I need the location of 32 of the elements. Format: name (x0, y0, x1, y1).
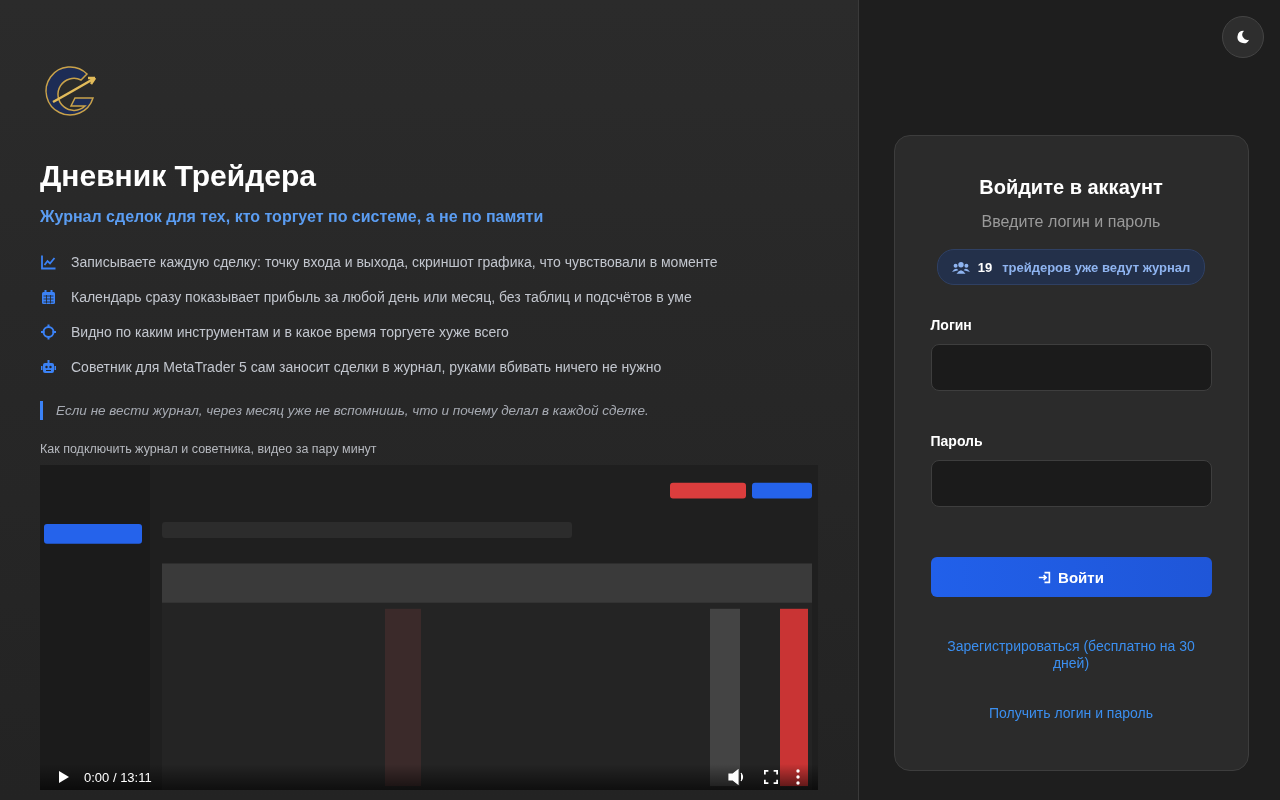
video-time: 0:00 / 13:11 (84, 769, 152, 785)
feature-text: Советник для MetaTrader 5 сам заносит сделки в журнал, руками вбивать ничего не нужно (71, 359, 662, 375)
traders-count: 19 (977, 259, 993, 275)
login-title: Войдите в аккаунт (979, 176, 1163, 199)
robot-icon (40, 359, 57, 375)
feature-text: Видно по каким инструментам и в какое время торгуете хуже всего (71, 324, 509, 340)
moon-icon (1236, 30, 1250, 44)
input-field[interactable] (930, 460, 1212, 507)
users-icon (951, 260, 970, 274)
crosshair-icon (40, 324, 57, 340)
input-field[interactable] (930, 344, 1212, 391)
quote: Если не вести журнал, через месяц уже не вспомнишь, что и почему делал в каждой сделке. (40, 401, 818, 420)
volume-icon[interactable] (728, 769, 746, 785)
fullscreen-icon[interactable] (764, 770, 778, 784)
register-link[interactable]: Зарегистрироваться (бесплатно на 30 дней) (936, 638, 1206, 672)
field-label: Логин (930, 317, 973, 333)
login-subtitle: Введите логин и пароль (981, 213, 1161, 231)
tagline: Журнал сделок для тех, кто торгует по системе, а не по памяти (40, 208, 545, 226)
login-button[interactable]: Войти (930, 557, 1212, 597)
app-title: Дневник Трейдера (40, 158, 317, 194)
feature-text: Записываете каждую сделку: точку входа и выхода, скриншот графика, что чувствовали в моменте (71, 254, 718, 270)
more-icon[interactable] (796, 769, 800, 785)
calendar-icon (40, 289, 57, 305)
get-credentials-link[interactable]: Получить логин и пароль (989, 705, 1153, 721)
video-caption: Как подключить журнал и советника, видео за пару минут (40, 442, 378, 456)
field-label: Пароль (930, 433, 984, 449)
feature-text: Календарь сразу показывает прибыль за любой день или месяц, без таблиц и подсчётов в уме (71, 289, 692, 305)
play-icon[interactable] (58, 770, 70, 784)
theme-toggle-button[interactable] (1222, 16, 1264, 58)
sign-in-icon (1038, 570, 1052, 584)
line-chart-icon (40, 254, 57, 270)
traders-text: трейдеров уже ведут журнал (1002, 259, 1191, 275)
